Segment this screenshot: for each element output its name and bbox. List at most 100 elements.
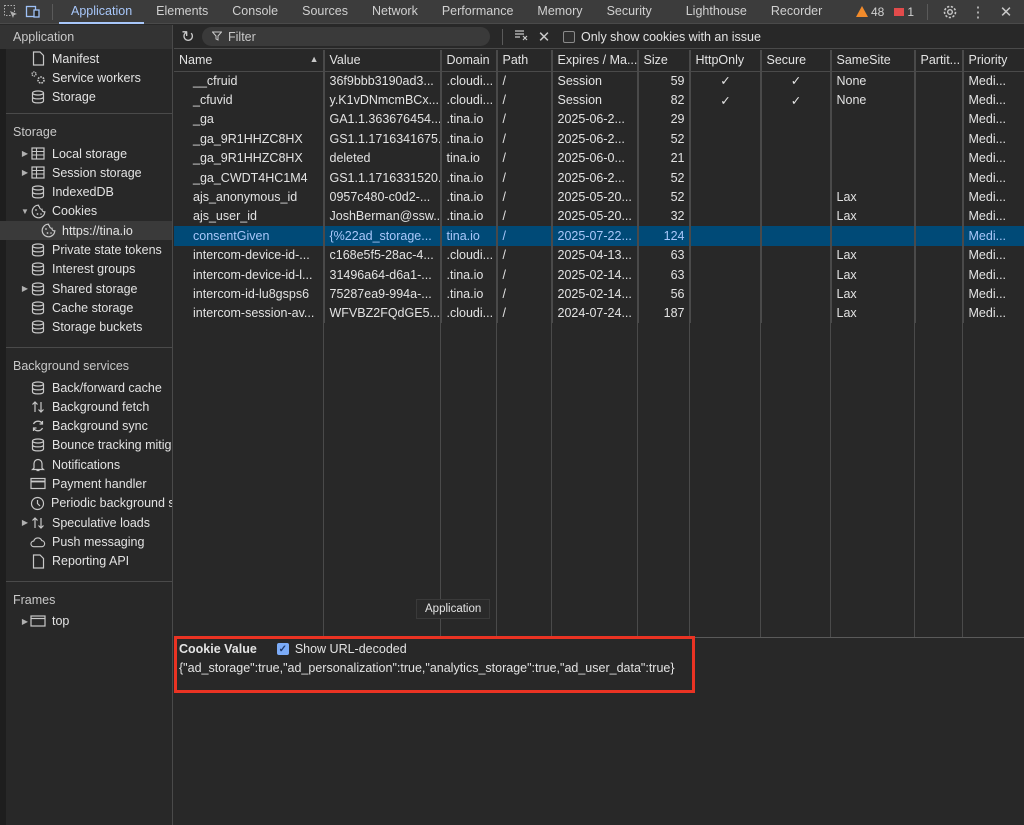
sidebar-item-periodic-background-s[interactable]: Periodic background s [0,494,172,513]
sidebar-item-background-sync[interactable]: Background sync [0,416,172,435]
tab-lighthouse[interactable]: Lighthouse [664,0,759,24]
sidebar-item-payment-handler[interactable]: Payment handler [0,474,172,493]
cookie-row[interactable]: intercom-device-id-... c168e5f5-28ac-4...… [174,245,1024,265]
checkbox-unchecked[interactable] [563,30,575,43]
collapsed-arrow-icon[interactable]: ▶ [20,168,30,177]
cell-priority: Medi... [963,303,1024,324]
cookie-row[interactable]: consentGiven {%22ad_storage... tina.io/202… [174,226,1024,246]
cookie-row[interactable]: _ga GA1.1.363676454... .tina.io/2025-06-2.… [174,109,1024,130]
tab-memory[interactable]: Memory [525,0,594,24]
only-issues-checkbox[interactable]: Only show cookies with an issue [563,30,761,44]
sidebar-item-speculative-loads[interactable]: ▶ Speculative loads [0,513,172,532]
refresh-icon[interactable]: ↻ [174,27,202,47]
cell-partition [915,264,964,285]
tab-console[interactable]: Console [220,0,290,24]
clock-icon [30,495,45,511]
column-header-domain[interactable]: Domain [441,50,498,72]
sidebar-item-background-fetch[interactable]: Background fetch [0,397,172,416]
collapsed-arrow-icon[interactable]: ▶ [20,149,30,158]
show-url-decoded-checkbox[interactable]: ✓ [276,643,289,655]
cookie-row[interactable]: _ga_9R1HHZC8HX deleted tina.io/2025-06-0..… [174,148,1024,168]
sidebar-item-storage[interactable]: Storage [0,88,172,107]
tab-application[interactable]: Application [59,0,145,24]
cell-expires: 2025-05-20... [552,206,639,227]
clear-all-cookies-icon[interactable] [511,29,533,44]
inspect-element-icon[interactable] [0,1,22,23]
tab-security[interactable]: Security [595,0,664,24]
cookie-row[interactable]: intercom-id-lu8gsps6 75287ea9-994a-... .ti… [174,284,1024,304]
filter-box[interactable] [202,27,490,46]
column-divider[interactable] [440,50,441,637]
cell-name: _ga_9R1HHZC8HX [174,129,325,149]
sidebar-item-push-messaging[interactable]: Push messaging [0,532,172,551]
warnings-badge[interactable]: 48 [853,5,887,19]
sidebar-item-label: Storage buckets [52,320,143,335]
errors-badge[interactable]: 1 [891,5,917,19]
sidebar-item-cache-storage[interactable]: Cache storage [0,298,172,317]
cookie-row[interactable]: _cfuvid y.K1vDNmcmBCx... .cloudi... / Sessio… [174,90,1024,110]
cookie-row[interactable]: ajs_user_id JoshBerman@ssw... .tina.io/202… [174,206,1024,227]
column-header-expires[interactable]: Expires / Ma... [552,50,639,72]
cookie-row[interactable]: ajs_anonymous_id 0957c480-c0d2-... .tina.i… [174,187,1024,207]
column-header-path[interactable]: Path [497,50,553,72]
collapsed-arrow-icon[interactable]: ▶ [20,284,30,293]
column-divider[interactable] [323,50,324,637]
device-toolbar-icon[interactable] [22,1,44,23]
sidebar-item-local-storage[interactable]: ▶ Local storage [0,144,172,163]
sidebar-item-manifest[interactable]: Manifest [0,49,172,68]
cell-domain: .tina.io [441,167,498,188]
cell-size: 59 [638,71,691,91]
sidebar-item-session-storage[interactable]: ▶ Session storage [0,163,172,182]
cookie-row[interactable]: intercom-device-id-l... 31496a64-d6a1-...… [174,264,1024,285]
sidebar-item-notifications[interactable]: Notifications [0,455,172,474]
tab-network[interactable]: Network [360,0,430,24]
sidebar-item-back-forward-cache[interactable]: Back/forward cache [0,378,172,397]
close-icon[interactable]: ✕ [994,1,1018,23]
column-divider[interactable] [637,50,638,637]
column-divider[interactable] [962,50,963,637]
column-divider[interactable] [760,50,761,637]
tab-recorder[interactable]: Recorder [759,0,834,24]
expanded-arrow-icon[interactable]: ▼ [20,207,30,216]
sidebar-item-private-state-tokens[interactable]: Private state tokens [0,240,172,259]
sidebar-item-storage-buckets[interactable]: Storage buckets [0,318,172,337]
column-header-secure[interactable]: Secure [761,50,832,72]
column-divider[interactable] [496,50,497,637]
tab-elements[interactable]: Elements [144,0,220,24]
sidebar-item-shared-storage[interactable]: ▶ Shared storage [0,279,172,298]
column-header-size[interactable]: Size [638,50,691,72]
column-divider[interactable] [914,50,915,637]
column-divider[interactable] [551,50,552,637]
column-header-name[interactable]: Name ▲ [174,50,325,72]
collapsed-arrow-icon[interactable]: ▶ [20,617,30,626]
cell-priority: Medi... [963,148,1024,168]
kebab-menu-icon[interactable]: ⋮ [966,1,990,23]
sidebar-item-top[interactable]: ▶ top [0,612,172,631]
sidebar-item-bounce-tracking-mitig[interactable]: Bounce tracking mitig [0,436,172,455]
tab-sources[interactable]: Sources [290,0,360,24]
sidebar-item-cookies[interactable]: ▼ Cookies [0,202,172,221]
column-divider[interactable] [689,50,690,637]
column-header-samesite[interactable]: SameSite [831,50,916,72]
sidebar-item-indexeddb[interactable]: IndexedDB [0,182,172,201]
cookie-row[interactable]: intercom-session-av... WFVBZ2FQdGE5... .cl… [174,303,1024,324]
column-header-httponly[interactable]: HttpOnly [690,50,762,72]
column-divider[interactable] [830,50,831,637]
column-header-value[interactable]: Value [324,50,442,72]
delete-selected-icon[interactable]: ✕ [533,28,555,46]
tab-performance[interactable]: Performance [430,0,526,24]
cloud-icon [30,534,46,550]
collapsed-arrow-icon[interactable]: ▶ [20,518,30,527]
filter-input[interactable] [228,29,468,44]
cookie-row[interactable]: _ga_CWDT4HC1M4 GS1.1.1716331520... .tina.i… [174,167,1024,188]
sidebar-item-interest-groups[interactable]: Interest groups [0,260,172,279]
sidebar-item-service-workers[interactable]: Service workers [0,68,172,87]
column-header-priority[interactable]: Priority [963,50,1024,72]
gear-icon[interactable] [938,1,962,23]
cookie-row[interactable]: __cfruid 36f9bbb3190ad3... .cloudi... / Sess… [174,71,1024,91]
sidebar-item-label: Manifest [52,51,100,66]
sidebar-item-https-tina-io[interactable]: https://tina.io [0,221,172,241]
cookie-row[interactable]: _ga_9R1HHZC8HX GS1.1.1716341675... .tina.i… [174,129,1024,149]
sidebar-item-reporting-api[interactable]: Reporting API [0,552,172,571]
column-header-partition[interactable]: Partit... [915,50,964,72]
